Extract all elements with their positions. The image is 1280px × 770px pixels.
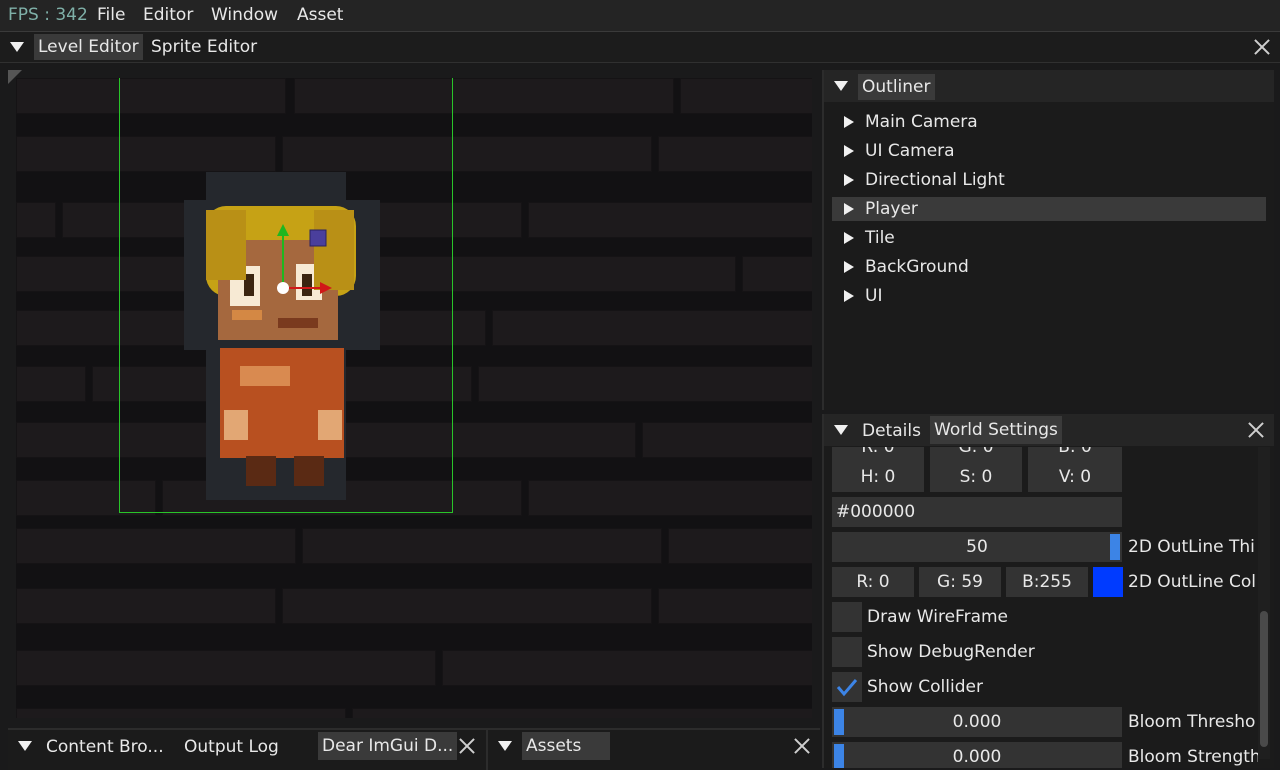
outliner-panel: Outliner Main Camera UI Camera Direction… bbox=[822, 70, 1274, 410]
outline-thickness-value: 50 bbox=[966, 537, 988, 557]
tree-item-ui[interactable]: UI bbox=[832, 284, 1266, 308]
outline-thickness-label: 2D OutLine Thi bbox=[1128, 537, 1255, 557]
slider-grab[interactable] bbox=[1110, 534, 1120, 560]
close-icon[interactable] bbox=[1248, 422, 1264, 438]
expand-arrow-icon[interactable] bbox=[844, 232, 854, 244]
panel-menu-icon[interactable] bbox=[18, 741, 32, 751]
outline-color-b-field[interactable]: B:255 bbox=[1006, 567, 1088, 597]
tree-item-background[interactable]: BackGround bbox=[832, 255, 1266, 279]
tab-level-editor[interactable]: Level Editor bbox=[34, 34, 143, 60]
tab-output-log[interactable]: Output Log bbox=[180, 734, 283, 760]
outline-color-r-field[interactable]: R: 0 bbox=[832, 567, 914, 597]
expand-arrow-icon[interactable] bbox=[844, 116, 854, 128]
close-icon[interactable] bbox=[794, 738, 810, 754]
details-scrollbar[interactable] bbox=[1258, 447, 1270, 759]
tree-item-player[interactable]: Player bbox=[832, 197, 1266, 221]
bloom-threshold-slider[interactable]: 0.000 bbox=[832, 707, 1122, 737]
show-collider-checkbox[interactable] bbox=[832, 672, 862, 702]
details-scroll-area[interactable]: R: 0 G: 0 B: 0 H: 0 S: 0 V: 0 #000000 50… bbox=[824, 447, 1258, 768]
tree-item-main-camera[interactable]: Main Camera bbox=[832, 110, 1266, 134]
color-hex-field[interactable]: #000000 bbox=[832, 497, 1122, 527]
tab-outliner[interactable]: Outliner bbox=[858, 74, 935, 100]
tab-details[interactable]: Details bbox=[858, 418, 925, 444]
bloom-strength-slider[interactable]: 0.000 bbox=[832, 742, 1122, 768]
bloom-threshold-label: Bloom Thresho bbox=[1128, 712, 1256, 732]
window-menu-icon[interactable] bbox=[10, 42, 24, 52]
bloom-threshold-value: 0.000 bbox=[952, 712, 1002, 732]
slider-grab[interactable] bbox=[834, 709, 844, 735]
menu-file[interactable]: File bbox=[97, 5, 125, 25]
draw-wireframe-checkbox[interactable] bbox=[832, 602, 862, 632]
tab-content-browser[interactable]: Content Bro... bbox=[42, 734, 168, 760]
panel-menu-icon[interactable] bbox=[498, 741, 512, 751]
color-h-field[interactable]: H: 0 bbox=[832, 462, 924, 492]
level-viewport[interactable] bbox=[16, 78, 812, 718]
outline-color-g-field[interactable]: G: 59 bbox=[919, 567, 1001, 597]
expand-arrow-icon[interactable] bbox=[844, 290, 854, 302]
panel-menu-icon[interactable] bbox=[834, 81, 848, 91]
tab-sprite-editor[interactable]: Sprite Editor bbox=[147, 34, 261, 60]
bloom-strength-label: Bloom Strength bbox=[1128, 747, 1258, 767]
expand-arrow-icon[interactable] bbox=[844, 261, 854, 273]
menu-bar: FPS : 342 File Editor Window Asset bbox=[0, 0, 1280, 32]
expand-arrow-icon[interactable] bbox=[844, 203, 854, 215]
menu-editor[interactable]: Editor bbox=[143, 5, 193, 25]
color-r-field[interactable]: R: 0 bbox=[832, 447, 924, 462]
tab-assets[interactable]: Assets bbox=[522, 732, 610, 760]
scrollbar-thumb[interactable] bbox=[1260, 611, 1268, 747]
details-header: Details World Settings bbox=[824, 414, 1274, 446]
color-g-field[interactable]: G: 0 bbox=[930, 447, 1022, 462]
color-b-field[interactable]: B: 0 bbox=[1028, 447, 1122, 462]
outline-color-swatch[interactable] bbox=[1093, 567, 1123, 597]
show-debugrender-checkbox[interactable] bbox=[832, 637, 862, 667]
transform-gizmo-icon[interactable] bbox=[266, 218, 346, 298]
bloom-strength-value: 0.000 bbox=[952, 747, 1002, 767]
tree-item-tile[interactable]: Tile bbox=[832, 226, 1266, 250]
details-panel: Details World Settings R: 0 G: 0 B: 0 H:… bbox=[822, 414, 1274, 768]
draw-wireframe-label: Draw WireFrame bbox=[867, 607, 1009, 627]
document-tab-bar: Level Editor Sprite Editor bbox=[0, 32, 1280, 63]
outline-color-label: 2D OutLine Col bbox=[1128, 572, 1256, 592]
menu-asset[interactable]: Asset bbox=[297, 5, 343, 25]
color-v-field[interactable]: V: 0 bbox=[1028, 462, 1122, 492]
bottom-dock: Content Bro... Output Log Dear ImGui D..… bbox=[8, 728, 820, 770]
tab-dear-imgui-demo[interactable]: Dear ImGui D... bbox=[318, 732, 458, 760]
panel-menu-icon[interactable] bbox=[834, 425, 848, 435]
color-s-field[interactable]: S: 0 bbox=[930, 462, 1022, 492]
outliner-header: Outliner bbox=[824, 70, 1274, 102]
checkmark-icon bbox=[836, 679, 858, 697]
expand-arrow-icon[interactable] bbox=[844, 145, 854, 157]
expand-arrow-icon[interactable] bbox=[844, 174, 854, 186]
tab-world-settings[interactable]: World Settings bbox=[930, 416, 1062, 444]
show-collider-label: Show Collider bbox=[867, 677, 983, 697]
menu-window[interactable]: Window bbox=[211, 5, 278, 25]
close-icon[interactable] bbox=[459, 738, 475, 754]
fps-counter: FPS : 342 bbox=[8, 5, 88, 25]
show-debugrender-label: Show DebugRender bbox=[867, 642, 1035, 662]
tree-item-directional-light[interactable]: Directional Light bbox=[832, 168, 1266, 192]
close-icon[interactable] bbox=[1254, 39, 1270, 55]
slider-grab[interactable] bbox=[834, 744, 844, 768]
dock-splitter[interactable] bbox=[486, 730, 488, 770]
outline-thickness-slider[interactable]: 50 bbox=[832, 532, 1122, 562]
tree-item-ui-camera[interactable]: UI Camera bbox=[832, 139, 1266, 163]
